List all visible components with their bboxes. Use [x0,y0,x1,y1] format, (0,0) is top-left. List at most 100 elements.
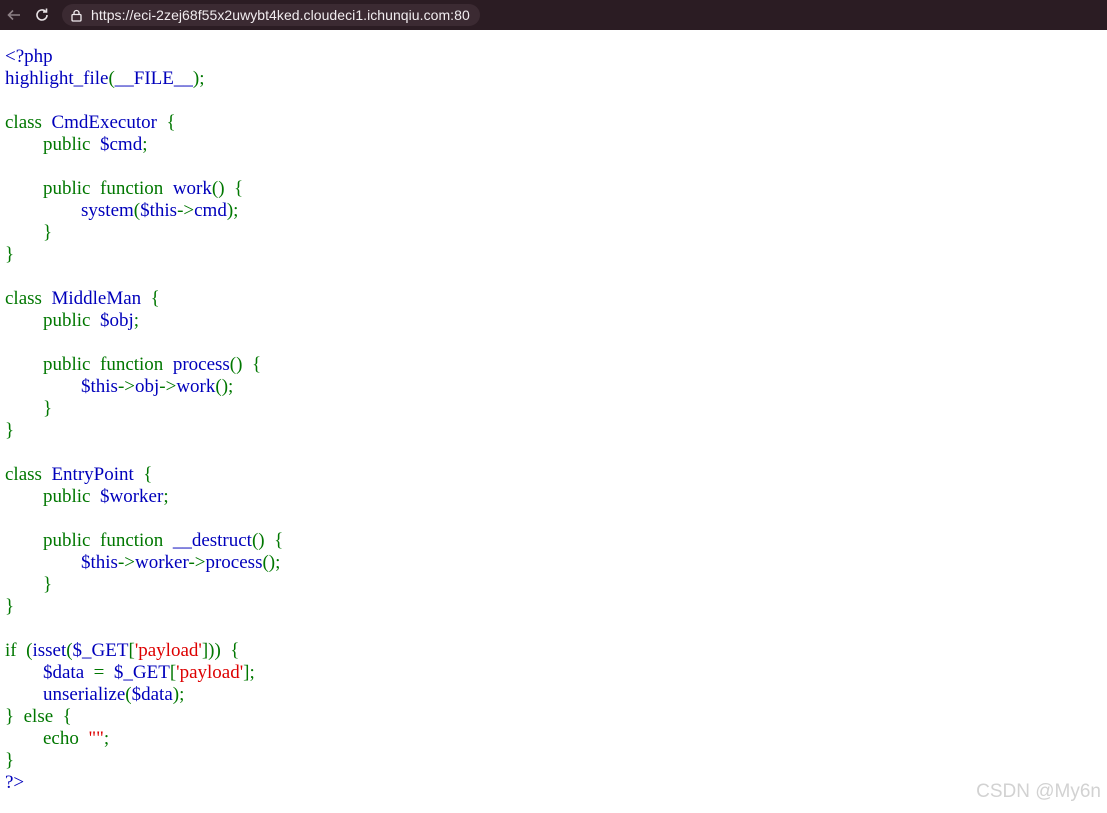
code-token: 'payload' [176,662,244,683]
code-token: public [5,486,100,507]
code-token: () { [229,354,262,375]
code-token: class [5,112,52,133]
code-token: public function [5,530,173,551]
code-line: public function __destruct() { [5,530,283,552]
code-token: { [150,288,160,309]
csdn-watermark: CSDN @My6n [976,781,1101,802]
code-token: -> [188,552,206,573]
code-token: MiddleMan [51,288,151,309]
code-token: = [93,662,114,683]
code-line: system($this->cmd); [5,200,283,222]
code-token: class [5,464,52,485]
code-line: <?php [5,46,283,68]
code-token: echo [5,728,89,749]
code-line: echo ""; [5,728,283,750]
code-line: public function work() { [5,178,283,200]
code-token: <?php [5,46,53,67]
code-line: $data = $_GET['payload']; [5,662,283,684]
code-token: $this [81,376,118,397]
code-token: CmdExecutor [51,112,167,133]
site-info-lock-icon[interactable] [70,9,83,22]
code-line: unserialize($data); [5,684,283,706]
code-token: $this [81,552,118,573]
code-line: } [5,420,283,442]
code-token: ?> [5,772,25,793]
reload-icon[interactable] [28,0,56,30]
code-token: __FILE__ [114,68,193,89]
code-line: public $cmd; [5,134,283,156]
code-line: public $obj; [5,310,283,332]
code-token: 'payload' [134,640,202,661]
code-token: __destruct [172,530,252,551]
code-line: class MiddleMan { [5,288,283,310]
code-token: isset [32,640,67,661]
code-token: if ( [5,640,33,661]
code-token: ); [226,200,239,221]
code-token: $_GET [72,640,129,661]
code-token: } else { [5,706,72,727]
back-arrow-icon[interactable] [0,0,28,30]
code-line: } [5,574,283,596]
code-token: ]; [243,662,255,683]
code-token: cmd [194,200,227,221]
code-token: ); [192,68,205,89]
code-token: ); [172,684,185,705]
code-token: public [5,310,100,331]
code-token: } [5,398,53,419]
code-line: highlight_file(__FILE__); [5,68,283,90]
code-token: ; [142,134,148,155]
code-token: $cmd [100,134,143,155]
code-line: if (isset($_GET['payload'])) { [5,640,283,662]
code-line: class EntryPoint { [5,464,283,486]
code-token: () { [211,178,244,199]
code-line: } [5,222,283,244]
code-token: } [5,420,15,441]
code-token: $data [43,662,94,683]
code-token: ])) { [201,640,240,661]
code-token: obj [135,376,160,397]
code-token: -> [117,376,135,397]
code-token: $worker [100,486,164,507]
code-token: public function [5,178,173,199]
code-token: work [172,178,212,199]
code-token: public function [5,354,173,375]
code-line: } [5,398,283,420]
code-token: $this [140,200,178,221]
code-token: ; [133,310,140,331]
code-line: } [5,244,283,266]
code-token: } [5,574,53,595]
code-line: $this->obj->work(); [5,376,283,398]
code-line: public function process() { [5,354,283,376]
code-token: highlight_file [5,68,109,89]
highlighted-php-source: <?php highlight_file(__FILE__); class Cmd… [5,46,283,794]
code-token: $data [131,684,173,705]
address-bar[interactable]: https://eci-2zej68f55x2uwybt4ked.cloudec… [62,4,480,26]
code-token: ; [163,486,169,507]
code-token: unserialize [43,684,126,705]
code-line: public $worker; [5,486,283,508]
code-token: (); [262,552,281,573]
code-token: $_GET [113,662,170,683]
code-line: class CmdExecutor { [5,112,283,134]
url-text[interactable]: https://eci-2zej68f55x2uwybt4ked.cloudec… [91,7,470,23]
browser-toolbar: https://eci-2zej68f55x2uwybt4ked.cloudec… [0,0,1107,30]
code-token: ; [103,728,110,749]
code-token: work [176,376,216,397]
code-token: "" [88,728,104,749]
code-line: } else { [5,706,283,728]
code-token: process [172,354,230,375]
code-token: -> [177,200,195,221]
code-line: } [5,750,283,772]
code-token: -> [159,376,177,397]
code-token: $obj [100,310,134,331]
code-token: EntryPoint [51,464,144,485]
